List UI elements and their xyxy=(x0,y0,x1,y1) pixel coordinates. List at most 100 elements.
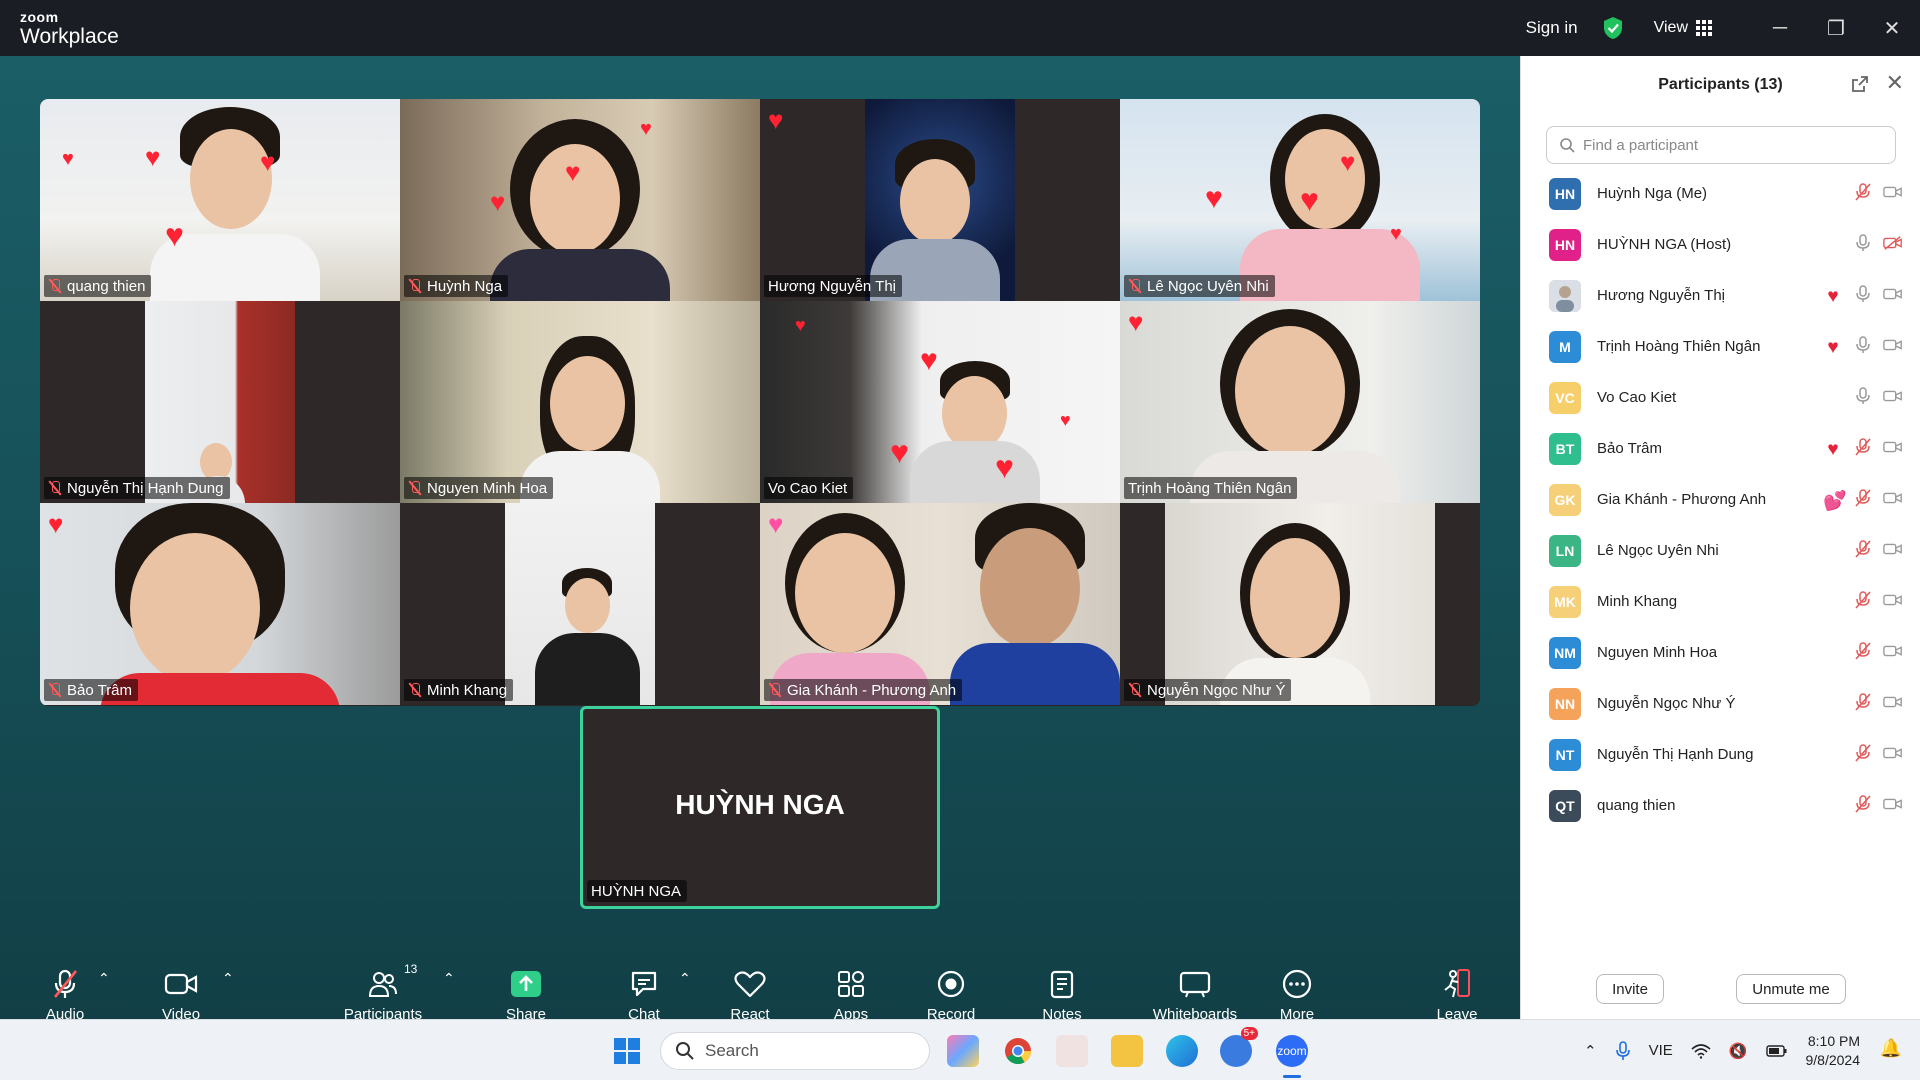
video-tile[interactable]: ♥ ♥ ♥ Huỳnh Nga xyxy=(400,99,760,301)
wifi-icon[interactable] xyxy=(1691,1043,1711,1059)
search-icon xyxy=(676,1042,694,1060)
close-window-button[interactable]: ✕ xyxy=(1864,0,1920,56)
camera-icon xyxy=(1883,539,1903,564)
participant-avatar: HN xyxy=(1549,177,1581,210)
copilot-icon[interactable] xyxy=(947,1035,979,1067)
reaction-heart-icon: ♥ xyxy=(1827,285,1839,307)
video-tile[interactable]: Minh Khang xyxy=(400,503,760,705)
app-icon[interactable] xyxy=(1056,1035,1088,1067)
taskbar-search-input[interactable]: Search xyxy=(660,1032,930,1070)
restore-button[interactable]: ❐ xyxy=(1808,0,1864,56)
edge-icon[interactable] xyxy=(1166,1035,1198,1067)
notes-button[interactable]: Notes xyxy=(1012,966,1112,1023)
participant-row[interactable]: MK Minh Khang xyxy=(1521,576,1920,627)
record-button[interactable]: Record xyxy=(901,966,1001,1023)
chat-options-chevron-icon[interactable]: ⌃ xyxy=(679,970,691,987)
leave-icon xyxy=(1444,969,1470,998)
more-button[interactable]: More xyxy=(1247,966,1347,1023)
pop-out-icon[interactable] xyxy=(1850,74,1870,94)
video-button[interactable]: Video xyxy=(131,966,231,1023)
camera-icon xyxy=(1883,284,1903,309)
minimize-button[interactable]: ─ xyxy=(1752,0,1808,56)
windows-start-icon[interactable] xyxy=(611,1035,643,1067)
tile-name-label: quang thien xyxy=(44,275,152,297)
participant-avatar: NM xyxy=(1549,636,1581,669)
active-speaker-tile[interactable]: HUỲNH NGA HUỲNH NGA xyxy=(580,706,940,909)
mic-muted-icon xyxy=(1853,182,1873,207)
share-icon xyxy=(511,971,541,997)
participant-row[interactable]: NT Nguyễn Thị Hạnh Dung xyxy=(1521,729,1920,780)
video-tile[interactable]: ♥ ♥ ♥ ♥ Lê Ngọc Uyên Nhi xyxy=(1120,99,1480,301)
participant-search-input[interactable]: Find a participant xyxy=(1546,126,1896,164)
reaction-heart-icon: 💕 xyxy=(1823,490,1847,512)
microphone-icon xyxy=(1853,335,1873,360)
participant-name: Bảo Trâm xyxy=(1597,440,1663,457)
close-panel-icon[interactable]: ✕ xyxy=(1886,70,1904,96)
participants-options-chevron-icon[interactable]: ⌃ xyxy=(443,970,455,987)
whiteboards-button[interactable]: Whiteboards xyxy=(1135,966,1255,1023)
mic-muted-icon xyxy=(1128,682,1142,698)
tile-name-label: Vo Cao Kiet xyxy=(764,477,854,499)
camera-icon xyxy=(1883,641,1903,666)
video-tile[interactable]: ♥ ♥ ♥ ♥ ♥ Vo Cao Kiet xyxy=(760,301,1120,503)
video-options-chevron-icon[interactable]: ⌃ xyxy=(222,970,234,987)
system-clock[interactable]: 8:10 PM 9/8/2024 xyxy=(1806,1032,1861,1070)
participant-name: Gia Khánh - Phương Anh xyxy=(1597,491,1767,508)
participant-row[interactable]: VC Vo Cao Kiet xyxy=(1521,372,1920,423)
share-button[interactable]: Share xyxy=(476,966,576,1023)
invite-button[interactable]: Invite xyxy=(1596,974,1664,1004)
audio-options-chevron-icon[interactable]: ⌃ xyxy=(98,970,110,987)
participant-name: Minh Khang xyxy=(1597,593,1678,610)
camera-icon xyxy=(1883,437,1903,462)
security-shield-icon[interactable] xyxy=(1602,16,1624,40)
volume-muted-icon[interactable]: 🔇 xyxy=(1729,1042,1748,1060)
reaction-heart-icon: ♥ xyxy=(1827,336,1839,358)
zoom-app-icon[interactable]: zoom xyxy=(1276,1035,1308,1067)
video-tile[interactable]: ♥ Hương Nguyễn Thị xyxy=(760,99,1120,301)
participant-row[interactable]: NM Nguyen Minh Hoa xyxy=(1521,627,1920,678)
participant-row[interactable]: LN Lê Ngọc Uyên Nhi xyxy=(1521,525,1920,576)
video-tile[interactable]: ♥ Trịnh Hoàng Thiên Ngân xyxy=(1120,301,1480,503)
participant-row[interactable]: M Trịnh Hoàng Thiên Ngân ♥ xyxy=(1521,321,1920,372)
unmute-me-button[interactable]: Unmute me xyxy=(1736,974,1846,1004)
sign-in-button[interactable]: Sign in xyxy=(1526,18,1578,38)
microphone-icon xyxy=(1853,386,1873,411)
record-icon xyxy=(937,970,965,998)
video-gallery: ♥ ♥ ♥ ♥ quang thien ♥ ♥ ♥ Huỳnh Nga ♥ Hư… xyxy=(40,99,1480,706)
view-button[interactable]: View xyxy=(1654,19,1712,37)
input-language[interactable]: VIE xyxy=(1649,1042,1673,1059)
participant-name: Nguyễn Thị Hạnh Dung xyxy=(1597,746,1754,763)
microphone-icon[interactable] xyxy=(1615,1040,1631,1061)
reaction-heart-icon: ♥ xyxy=(1827,438,1839,460)
battery-icon[interactable] xyxy=(1765,1044,1788,1058)
zalo-icon[interactable]: 5+ xyxy=(1220,1027,1258,1067)
participant-row[interactable]: HN HUỲNH NGA (Host) xyxy=(1521,219,1920,270)
search-placeholder: Find a participant xyxy=(1583,136,1699,154)
video-tile[interactable]: ♥ Bảo Trâm xyxy=(40,503,400,705)
react-button[interactable]: React xyxy=(700,966,800,1023)
leave-button[interactable]: Leave xyxy=(1407,966,1507,1023)
grid-icon xyxy=(1696,20,1712,36)
participant-row[interactable]: QT quang thien xyxy=(1521,780,1920,831)
participant-row[interactable]: Hương Nguyễn Thị ♥ xyxy=(1521,270,1920,321)
apps-button[interactable]: Apps xyxy=(801,966,901,1023)
video-tile[interactable]: Nguyen Minh Hoa xyxy=(400,301,760,503)
participant-row[interactable]: NN Nguyễn Ngọc Như Ý xyxy=(1521,678,1920,729)
chrome-icon[interactable] xyxy=(1002,1035,1034,1067)
notification-bell-icon[interactable]: 🔔 xyxy=(1880,1038,1902,1059)
whiteboard-icon xyxy=(1179,971,1211,998)
participant-row[interactable]: HN Huỳnh Nga (Me) xyxy=(1521,168,1920,219)
tile-name-label: Minh Khang xyxy=(404,679,514,701)
video-tile[interactable]: ♥ ♥ ♥ ♥ quang thien xyxy=(40,99,400,301)
participant-row[interactable]: BT Bảo Trâm ♥ xyxy=(1521,423,1920,474)
participant-row[interactable]: GK Gia Khánh - Phương Anh 💕 xyxy=(1521,474,1920,525)
video-tile[interactable]: Nguyễn Ngọc Như Ý xyxy=(1120,503,1480,705)
participants-button[interactable]: Participants xyxy=(333,966,433,1023)
video-tile[interactable]: Nguyễn Thị Hạnh Dung xyxy=(40,301,400,503)
video-tile[interactable]: ♥ Gia Khánh - Phương Anh xyxy=(760,503,1120,705)
show-hidden-icons-chevron-icon[interactable]: ⌃ xyxy=(1584,1042,1597,1060)
tile-name-label: Huỳnh Nga xyxy=(404,275,509,297)
participant-name: Huỳnh Nga (Me) xyxy=(1597,185,1708,202)
file-explorer-icon[interactable] xyxy=(1111,1035,1143,1067)
participant-avatar: LN xyxy=(1549,534,1581,567)
